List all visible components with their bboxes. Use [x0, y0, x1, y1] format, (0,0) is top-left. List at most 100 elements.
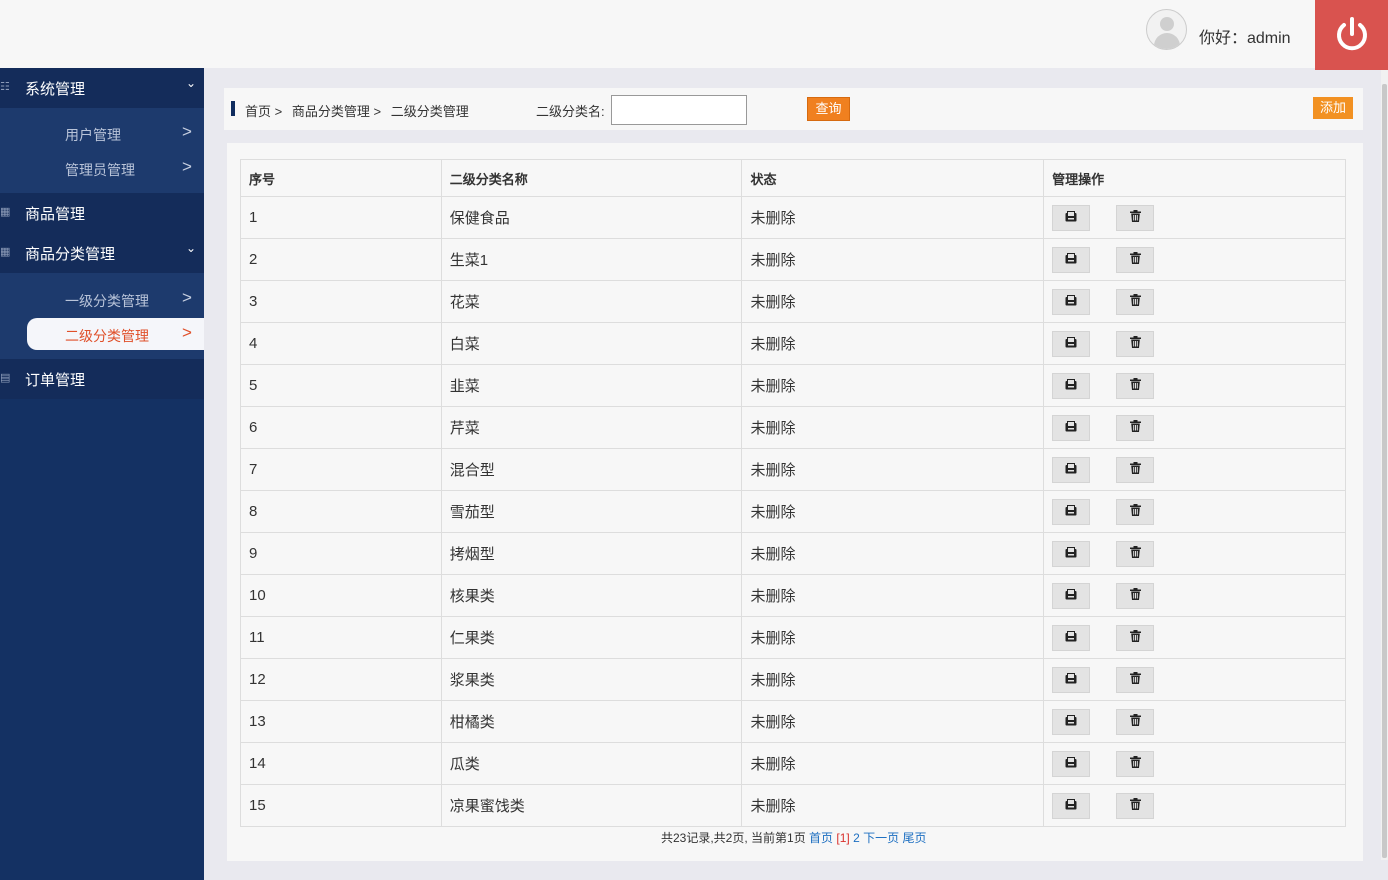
delete-button[interactable]	[1116, 498, 1155, 525]
edit-icon	[1065, 461, 1077, 478]
sidebar-group-system[interactable]: ☷ 系统管理 ⌄	[0, 68, 204, 108]
logout-power-button[interactable]	[1315, 0, 1388, 70]
cell-name: 拷烟型	[440, 532, 743, 575]
cell-id: 9	[240, 532, 442, 575]
power-icon	[1336, 17, 1367, 51]
trash-icon	[1129, 251, 1141, 268]
trash-icon	[1129, 419, 1141, 436]
cell-actions	[1043, 196, 1346, 239]
delete-button[interactable]	[1116, 456, 1155, 483]
cell-name: 芹菜	[440, 406, 743, 449]
top-header: 你好：admin	[0, 0, 1388, 70]
add-button[interactable]: 添加	[1313, 97, 1353, 119]
user-avatar-icon[interactable]	[1146, 9, 1187, 50]
sidebar-group-category[interactable]: ▦ 商品分类管理 ⌄	[0, 233, 204, 273]
cell-name: 白菜	[440, 322, 743, 365]
delete-button[interactable]	[1116, 204, 1155, 231]
edit-button[interactable]	[1052, 372, 1091, 399]
cell-id: 15	[240, 784, 442, 827]
table-row: 12 浆果类 未删除	[240, 658, 1346, 701]
edit-icon	[1065, 503, 1077, 520]
delete-button[interactable]	[1116, 792, 1155, 819]
edit-button[interactable]	[1052, 666, 1091, 693]
edit-button[interactable]	[1052, 330, 1091, 357]
cell-name: 浆果类	[440, 658, 743, 701]
cell-name: 花菜	[440, 280, 743, 323]
delete-button[interactable]	[1116, 624, 1155, 651]
category-table: 序号 二级分类名称 状态 管理操作 1 保健食品 未删除 2 生菜1 未删除 3 花菜 未删除 4…	[240, 159, 1346, 827]
delete-button[interactable]	[1116, 372, 1155, 399]
edit-icon	[1065, 797, 1077, 814]
pagination-first[interactable]: 首页	[809, 831, 833, 845]
cell-actions	[1043, 742, 1346, 785]
trash-icon	[1129, 545, 1141, 562]
cell-actions	[1043, 616, 1346, 659]
delete-button[interactable]	[1116, 414, 1155, 441]
query-button[interactable]: 查询	[807, 97, 850, 121]
trash-icon	[1129, 671, 1141, 688]
cell-name: 生菜1	[440, 238, 743, 281]
edit-button[interactable]	[1052, 414, 1091, 441]
edit-button[interactable]	[1052, 456, 1091, 483]
edit-button[interactable]	[1052, 498, 1091, 525]
sidebar-group-goods[interactable]: ▦ 商品管理	[0, 193, 204, 233]
sidebar-item-admin-management[interactable]: 管理员管理 >	[0, 152, 204, 184]
delete-button[interactable]	[1116, 582, 1155, 609]
edit-icon	[1065, 293, 1077, 310]
delete-button[interactable]	[1116, 330, 1155, 357]
edit-button[interactable]	[1052, 204, 1091, 231]
cell-status: 未删除	[741, 532, 1045, 575]
cell-status: 未删除	[741, 574, 1045, 617]
table-row: 2 生菜1 未删除	[240, 238, 1346, 281]
delete-button[interactable]	[1116, 246, 1155, 273]
breadcrumb-home[interactable]: 首页 >	[245, 104, 282, 119]
sidebar-item-level1-category[interactable]: 一级分类管理 >	[0, 283, 204, 315]
cell-status: 未删除	[741, 280, 1045, 323]
delete-button[interactable]	[1116, 288, 1155, 315]
edit-button[interactable]	[1052, 582, 1091, 609]
delete-button[interactable]	[1116, 750, 1155, 777]
delete-button[interactable]	[1116, 708, 1155, 735]
table-row: 11 仁果类 未删除	[240, 616, 1346, 659]
delete-button[interactable]	[1116, 540, 1155, 567]
sidebar-group-orders[interactable]: ▤ 订单管理	[0, 359, 204, 399]
table-row: 9 拷烟型 未删除	[240, 532, 1346, 575]
breadcrumb: 首页 > 商品分类管理 > 二级分类管理	[245, 101, 475, 120]
sidebar-item-label: 用户管理	[65, 127, 121, 143]
edit-button[interactable]	[1052, 540, 1091, 567]
sidebar-submenu-category: 一级分类管理 > 二级分类管理 >	[0, 273, 204, 359]
cell-status: 未删除	[741, 238, 1045, 281]
table-row: 5 韭菜 未删除	[240, 364, 1346, 407]
cell-actions	[1043, 280, 1346, 323]
edit-icon	[1065, 377, 1077, 394]
chevron-right-icon: >	[182, 323, 192, 342]
sidebar-item-user-management[interactable]: 用户管理 >	[0, 117, 204, 149]
chevron-right-icon: >	[182, 122, 192, 141]
edit-button[interactable]	[1052, 624, 1091, 651]
cell-status: 未删除	[741, 784, 1045, 827]
sidebar: ☷ 系统管理 ⌄ 用户管理 > 管理员管理 > ▦ 商品管理 ▦ 商品分类管理 …	[0, 68, 204, 880]
edit-button[interactable]	[1052, 246, 1091, 273]
edit-button[interactable]	[1052, 792, 1091, 819]
pagination-page-2[interactable]: 2	[853, 831, 860, 845]
table-row: 13 柑橘类 未删除	[240, 700, 1346, 743]
pagination-last[interactable]: 尾页	[902, 831, 926, 845]
edit-icon	[1065, 587, 1077, 604]
edit-button[interactable]	[1052, 708, 1091, 735]
edit-button[interactable]	[1052, 750, 1091, 777]
table-row: 15 凉果蜜饯类 未删除	[240, 784, 1346, 827]
cell-name: 韭菜	[440, 364, 743, 407]
cell-status: 未删除	[741, 658, 1045, 701]
pagination-next[interactable]: 下一页	[863, 831, 899, 845]
delete-button[interactable]	[1116, 666, 1155, 693]
page-scrollbar[interactable]	[1381, 70, 1388, 860]
table-row: 6 芹菜 未删除	[240, 406, 1346, 449]
edit-button[interactable]	[1052, 288, 1091, 315]
breadcrumb-category[interactable]: 商品分类管理 >	[292, 104, 381, 119]
edit-icon	[1065, 209, 1077, 226]
sidebar-group-label: 系统管理	[25, 81, 86, 98]
cell-status: 未删除	[741, 322, 1045, 365]
category-name-search-input[interactable]	[611, 95, 747, 125]
edit-icon	[1065, 755, 1077, 772]
sidebar-item-level2-category[interactable]: 二级分类管理 >	[27, 318, 204, 350]
